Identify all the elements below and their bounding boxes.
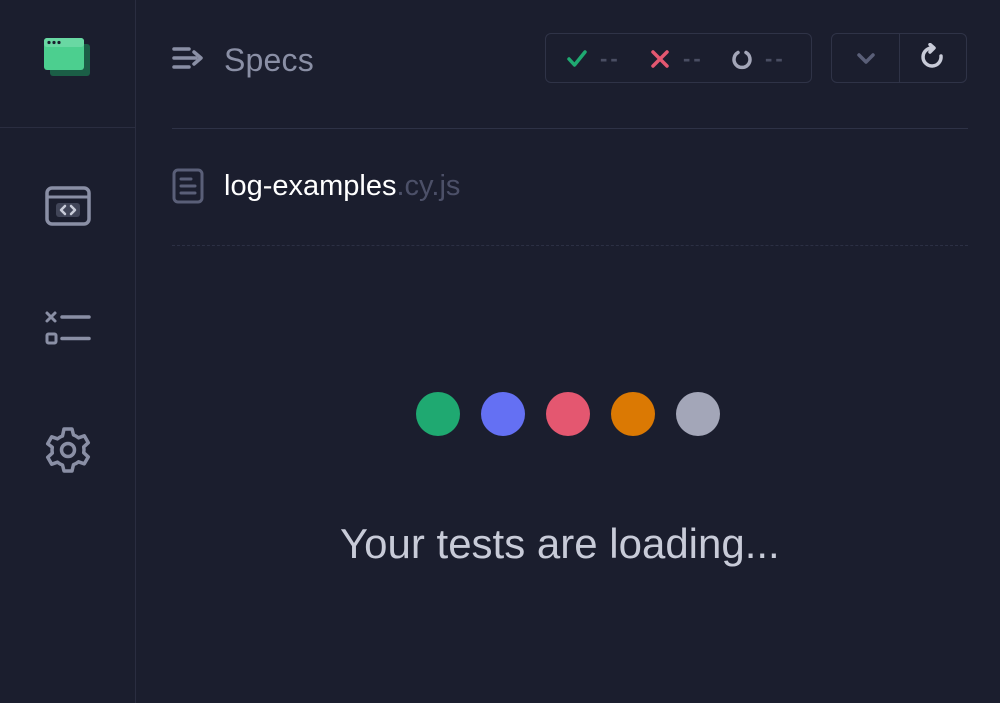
app-logo-icon[interactable] — [44, 36, 92, 78]
chevron-down-icon — [856, 53, 875, 64]
test-list-icon — [45, 311, 91, 345]
loading-dot — [546, 392, 590, 436]
rerun-button[interactable] — [899, 34, 966, 82]
check-icon — [567, 50, 587, 67]
nav-specs-button[interactable] — [42, 180, 94, 232]
header-divider — [172, 128, 968, 129]
stat-passed: -- — [566, 34, 621, 84]
nav-runs-button[interactable] — [42, 302, 94, 354]
spec-file-row[interactable]: log-examples.cy.js — [172, 166, 968, 214]
stat-failed: -- — [649, 34, 704, 84]
cypress-app: Specs -- -- -- log-examples.cy.js Your t… — [0, 0, 1000, 703]
specs-list-icon — [172, 44, 204, 74]
refresh-icon — [921, 43, 943, 68]
stat-failed-count: -- — [683, 46, 704, 71]
nav-settings-button[interactable] — [42, 424, 94, 476]
spec-file-name: log-examples.cy.js — [224, 170, 460, 203]
browser-code-icon — [45, 186, 91, 226]
x-icon — [651, 50, 669, 68]
document-icon — [172, 168, 204, 204]
loading-dot — [416, 392, 460, 436]
loading-dot — [481, 392, 525, 436]
sidebar-logo-area — [0, 0, 136, 128]
stat-pending: -- — [731, 34, 786, 84]
spec-file-extension: .cy.js — [396, 170, 461, 202]
stat-pending-count: -- — [765, 46, 786, 71]
spec-file-basename: log-examples — [224, 170, 397, 202]
loading-message: Your tests are loading... — [340, 520, 780, 567]
collapse-button[interactable] — [832, 34, 899, 82]
gear-icon — [45, 427, 91, 473]
loading-dot — [611, 392, 655, 436]
page-title: Specs — [224, 42, 314, 78]
header: Specs -- -- -- — [172, 32, 968, 86]
stat-passed-count: -- — [600, 46, 621, 71]
loading-dot — [676, 392, 720, 436]
test-stats: -- -- -- — [545, 33, 812, 83]
spinner-icon — [732, 50, 752, 70]
header-actions — [831, 33, 967, 83]
sidebar — [0, 0, 136, 703]
spec-divider — [172, 245, 968, 246]
loading-dots — [416, 392, 722, 436]
